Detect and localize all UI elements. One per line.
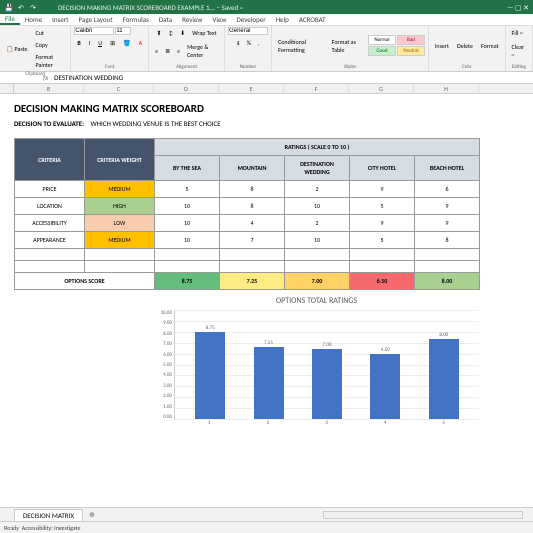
tab-help[interactable]: Help xyxy=(271,14,294,25)
style-normal[interactable]: Normal xyxy=(368,35,396,45)
delete-button[interactable]: Delete xyxy=(454,40,476,52)
formula-input[interactable]: DESTINATION WEDDING xyxy=(51,73,533,82)
undo-icon[interactable]: ↶ xyxy=(16,2,26,12)
align-top-icon[interactable]: ⬆ xyxy=(153,27,164,39)
number-format-input[interactable] xyxy=(228,27,268,35)
title-bar: 💾 ↶ ↷ DECISION MAKING MATRIX SCOREBOARD … xyxy=(0,0,533,14)
ribbon: 📋Paste Cut Copy Format Painter Clipboard… xyxy=(0,26,533,72)
chart-plot: 8.757.257.006.508.00 xyxy=(174,310,479,420)
decision-matrix-table: CRITERIACRITERIA WEIGHTRATINGS ( SCALE 0… xyxy=(14,138,480,290)
chart-bar xyxy=(312,349,342,419)
ribbon-tabs: FileHomeInsertPage LayoutFormulasDataRev… xyxy=(0,14,533,26)
redo-icon[interactable]: ↷ xyxy=(28,2,38,12)
col-header[interactable]: B xyxy=(14,84,84,93)
chart-y-axis: 10.009.008.007.006.005.004.003.002.001.0… xyxy=(154,310,174,420)
align-left-icon[interactable]: ≡ xyxy=(152,41,161,61)
currency-icon[interactable]: $ xyxy=(234,37,243,49)
col-header[interactable]: C xyxy=(84,84,154,93)
group-alignment: ⬆ ↕ ⬇ Wrap Text ≡ ≣ ≡ Merge & Center Ali… xyxy=(149,26,225,71)
format-as-table-button[interactable]: Format as Table xyxy=(329,36,366,56)
chart-bar xyxy=(195,332,225,420)
tab-page-layout[interactable]: Page Layout xyxy=(74,14,118,25)
style-good[interactable]: Good xyxy=(368,46,396,56)
status-bar: Ready Accessibility: Investigate xyxy=(0,521,533,533)
file-name: DECISION MAKING MATRIX SCOREBOARD EXAMPL… xyxy=(58,3,243,12)
select-all-corner[interactable] xyxy=(0,84,14,93)
border-button[interactable]: ⊞ xyxy=(107,37,118,49)
column-headers: BCDEFGH xyxy=(0,84,533,94)
align-right-icon[interactable]: ≡ xyxy=(174,41,183,61)
font-size-input[interactable] xyxy=(115,27,131,35)
status-ready: Ready xyxy=(4,524,19,532)
sheet-tab[interactable]: DECISION MATRIX xyxy=(14,509,83,521)
align-mid-icon[interactable]: ↕ xyxy=(166,27,177,39)
comma-icon[interactable]: , xyxy=(255,37,263,49)
group-editing: Fill ~ Clear ~ Editing xyxy=(506,26,533,71)
copy-button[interactable]: Copy xyxy=(33,39,68,51)
align-bot-icon[interactable]: ⬇ xyxy=(177,27,188,39)
merge-button[interactable]: Merge & Center xyxy=(184,41,221,61)
spreadsheet-grid[interactable]: DECISION MAKING MATRIX SCOREBOARD DECISI… xyxy=(0,94,533,514)
font-color-button[interactable]: A xyxy=(136,37,145,49)
col-header[interactable]: F xyxy=(284,84,349,93)
fx-icon[interactable]: fx xyxy=(40,73,51,82)
group-styles: Conditional Formatting Format as Table N… xyxy=(272,26,429,71)
formula-bar: fx DESTINATION WEDDING xyxy=(0,72,533,84)
format-button[interactable]: Format xyxy=(478,40,502,52)
paste-button[interactable]: 📋Paste xyxy=(3,43,31,55)
group-number: $ % , Number xyxy=(225,26,272,71)
tab-home[interactable]: Home xyxy=(20,14,47,25)
status-accessibility: Accessibility: Investigate xyxy=(22,524,81,532)
fill-color-button[interactable]: 🪣 xyxy=(120,37,133,49)
wrap-text-button[interactable]: Wrap Text xyxy=(189,27,219,39)
tab-developer[interactable]: Developer xyxy=(231,14,270,25)
decision-evaluate: DECISION TO EVALUATE: WHICH WEDDING VENU… xyxy=(14,119,480,128)
col-header[interactable]: H xyxy=(414,84,479,93)
cut-button[interactable]: Cut xyxy=(33,27,68,39)
tab-formulas[interactable]: Formulas xyxy=(118,14,154,25)
col-header[interactable]: D xyxy=(154,84,219,93)
format-painter-button[interactable]: Format Painter xyxy=(33,51,68,71)
bold-button[interactable]: B xyxy=(74,37,83,49)
group-cells: Insert Delete Format Cells xyxy=(429,26,506,71)
tab-view[interactable]: View xyxy=(207,14,231,25)
save-icon[interactable]: 💾 xyxy=(4,2,14,12)
style-bad[interactable]: Bad xyxy=(397,35,425,45)
font-name-input[interactable] xyxy=(74,27,114,35)
col-header[interactable]: E xyxy=(219,84,284,93)
tab-review[interactable]: Review xyxy=(177,14,207,25)
tab-insert[interactable]: Insert xyxy=(47,14,73,25)
chart-bar xyxy=(429,339,459,419)
chart-bar xyxy=(254,347,284,420)
col-header[interactable]: G xyxy=(349,84,414,93)
style-neutral[interactable]: Neutral xyxy=(397,46,425,56)
conditional-formatting-button[interactable]: Conditional Formatting xyxy=(275,36,327,56)
align-center-icon[interactable]: ≣ xyxy=(162,41,173,61)
fill-button[interactable]: Fill ~ xyxy=(509,27,526,39)
insert-button[interactable]: Insert xyxy=(432,40,452,52)
page-title: DECISION MAKING MATRIX SCOREBOARD xyxy=(14,102,480,115)
chart-bar xyxy=(370,354,400,419)
group-clipboard: 📋Paste Cut Copy Format Painter Clipboard xyxy=(0,26,71,71)
tab-file[interactable]: File xyxy=(0,14,20,25)
italic-button[interactable]: I xyxy=(86,37,94,49)
tab-acrobat[interactable]: ACROBAT xyxy=(294,14,331,25)
chart-title: OPTIONS TOTAL RATINGS xyxy=(154,296,479,306)
percent-icon[interactable]: % xyxy=(244,37,254,49)
chart-x-axis: 12345 xyxy=(174,420,479,426)
window-controls[interactable]: — ▢ ✕ xyxy=(507,3,529,12)
group-font: B I U ⊞ 🪣 A Font xyxy=(71,26,149,71)
sheet-tabs: DECISION MATRIX ⊕ xyxy=(0,507,533,521)
add-sheet-button[interactable]: ⊕ xyxy=(83,510,101,519)
underline-button[interactable]: U xyxy=(95,37,105,49)
tab-data[interactable]: Data xyxy=(154,14,177,25)
clear-button[interactable]: Clear ~ xyxy=(509,41,529,61)
horizontal-scrollbar[interactable] xyxy=(323,511,523,519)
chart-container: OPTIONS TOTAL RATINGS 10.009.008.007.006… xyxy=(154,296,479,426)
